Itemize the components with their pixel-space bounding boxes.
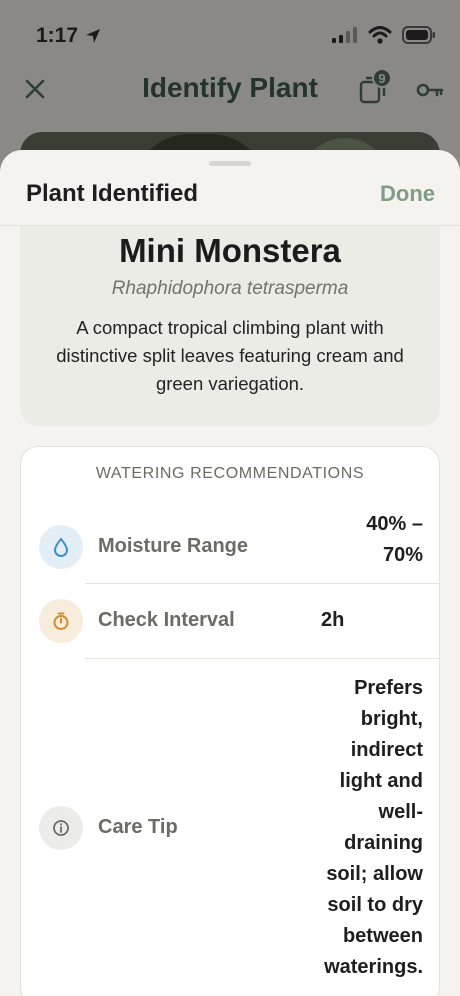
location-arrow-icon — [86, 29, 101, 43]
watering-card: WATERING RECOMMENDATIONS Moisture Range … — [20, 446, 440, 996]
moisture-value: 40% – 70% — [366, 513, 423, 566]
moisture-row: Moisture Range 40% – 70% — [21, 509, 441, 583]
status-bar: 1:17 — [0, 0, 460, 72]
care-tip-label: Care Tip — [98, 816, 178, 838]
timer-icon — [39, 599, 83, 643]
care-tip-value: Prefers bright, indirect light and well-… — [324, 677, 423, 978]
check-interval-value: 2h — [321, 609, 345, 631]
watering-heading: WATERING RECOMMENDATIONS — [95, 465, 365, 482]
sheet-grabber[interactable] — [209, 161, 251, 166]
plant-description: A compact tropical climbing plant with d… — [56, 317, 404, 394]
cellular-signal-icon — [332, 27, 357, 43]
collection-badge: 9 — [372, 68, 392, 88]
collection-button[interactable]: 9 — [358, 68, 394, 106]
info-icon — [39, 806, 83, 850]
status-indicators — [332, 26, 436, 44]
wifi-icon — [368, 26, 392, 44]
droplet-icon — [39, 525, 83, 569]
status-time-text: 1:17 — [36, 24, 79, 47]
battery-icon — [402, 26, 435, 44]
check-interval-label: Check Interval — [98, 609, 235, 631]
sheet-title: Plant Identified — [26, 180, 199, 207]
key-icon[interactable] — [416, 78, 444, 102]
status-time: 1:17 — [36, 24, 102, 48]
plant-summary-card: Mini Monstera Rhaphidophora tetrasperma … — [20, 226, 440, 426]
result-sheet: Plant Identified Done Mini Monstera Rhap… — [0, 150, 460, 996]
check-interval-row: Check Interval 2h — [21, 584, 441, 658]
plant-scientific-name: Rhaphidophora tetrasperma — [111, 278, 349, 299]
nav-bar: Identify Plant 9 — [0, 64, 460, 116]
done-button[interactable]: Done — [380, 181, 435, 207]
care-tip-row: Care Tip Prefers bright, indirect light … — [21, 659, 441, 996]
plant-common-name: Mini Monstera — [119, 232, 341, 269]
sheet-header: Plant Identified Done — [0, 150, 460, 226]
moisture-label: Moisture Range — [98, 535, 249, 557]
